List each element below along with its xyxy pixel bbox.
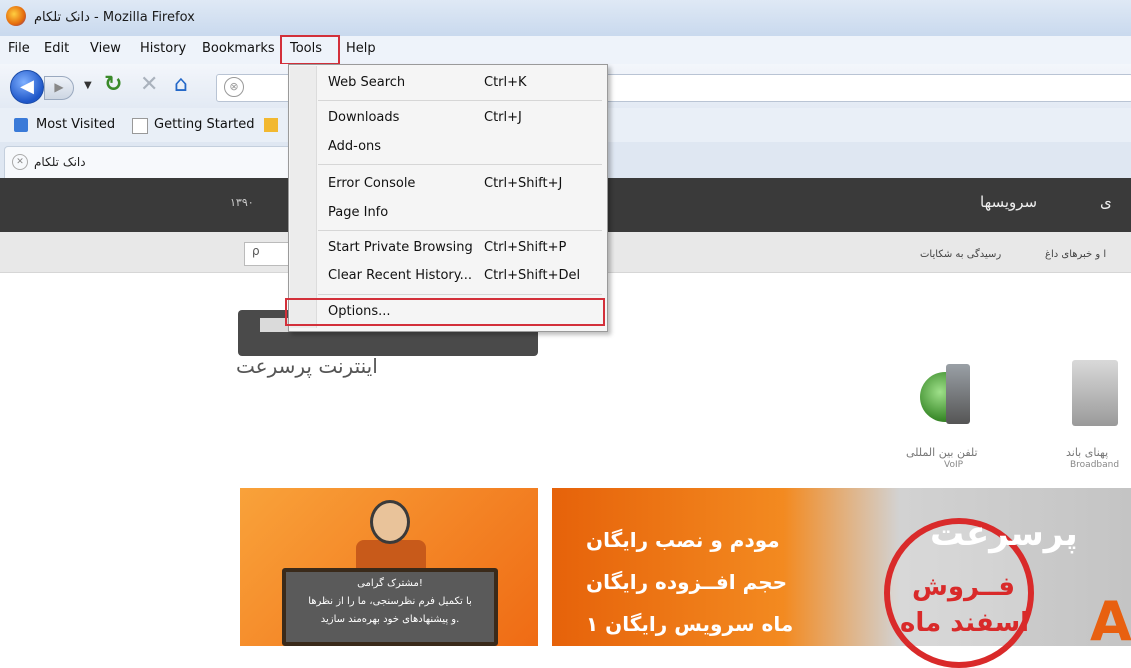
menuitem-web-search[interactable]: Web Search bbox=[328, 75, 405, 90]
rss-icon bbox=[264, 118, 278, 132]
shortcut-error-console: Ctrl+Shift+J bbox=[484, 176, 563, 191]
reload-icon[interactable]: ↻ bbox=[104, 72, 122, 97]
menu-view[interactable]: View bbox=[90, 41, 121, 56]
forward-button[interactable]: ▶ bbox=[44, 76, 74, 100]
promo-letter: A bbox=[1090, 590, 1131, 653]
link-complaints[interactable]: رسیدگی به شکایات bbox=[920, 249, 1001, 260]
firefox-logo-icon bbox=[6, 6, 26, 26]
service-broadband-label[interactable]: پهنای باند bbox=[1066, 446, 1108, 459]
menu-bookmarks[interactable]: Bookmarks bbox=[202, 41, 275, 56]
board-line-3: و پیشنهادهای خود بهره‌مند سازید. bbox=[320, 614, 460, 625]
nav-services[interactable]: سرویسها bbox=[980, 193, 1037, 211]
search-icon[interactable]: ρ bbox=[252, 244, 260, 258]
home-icon[interactable]: ⌂ bbox=[174, 72, 188, 97]
link-hot-news[interactable]: ا و خبرهای داغ bbox=[1045, 249, 1106, 260]
shortcut-private-browsing: Ctrl+Shift+P bbox=[484, 240, 567, 255]
window-title: دانک تلکام - Mozilla Firefox bbox=[34, 10, 195, 25]
menu-icon-gutter bbox=[290, 66, 317, 328]
nav-item-partial[interactable]: ی bbox=[1100, 193, 1112, 211]
tab-title: دانک تلکام bbox=[34, 155, 86, 169]
menu-help[interactable]: Help bbox=[346, 41, 376, 56]
menuitem-downloads[interactable]: Downloads bbox=[328, 110, 399, 125]
tools-menu bbox=[288, 64, 608, 332]
menu-file[interactable]: File bbox=[8, 41, 30, 56]
menuitem-error-console[interactable]: Error Console bbox=[328, 176, 415, 191]
stop-icon[interactable]: ✕ bbox=[140, 72, 158, 97]
bookmark-getting-started[interactable]: Getting Started bbox=[154, 117, 255, 132]
service-voip-label[interactable]: تلفن بین المللی bbox=[906, 446, 978, 459]
tools-highlight-box bbox=[280, 35, 340, 65]
header-year: ۱۳۹۰ bbox=[230, 196, 254, 209]
title-bar: دانک تلکام - Mozilla Firefox bbox=[0, 0, 1131, 37]
stamp-text-2: اسفند ماه bbox=[900, 608, 1030, 638]
phone-icon[interactable] bbox=[946, 364, 970, 424]
shortcut-clear-history: Ctrl+Shift+Del bbox=[484, 268, 581, 283]
logo-tagline: اینترنت پرسرعت bbox=[236, 354, 378, 378]
shortcut-web-search: Ctrl+K bbox=[484, 75, 527, 90]
menu-separator bbox=[318, 100, 602, 101]
tab-close-icon[interactable]: ✕ bbox=[12, 154, 28, 170]
options-highlight-box bbox=[285, 298, 605, 326]
menuitem-page-info[interactable]: Page Info bbox=[328, 205, 388, 220]
promo-line-1: مودم و نصب رایگان bbox=[586, 528, 780, 552]
shortcut-downloads: Ctrl+J bbox=[484, 110, 522, 125]
menu-history[interactable]: History bbox=[140, 41, 186, 56]
board-line-2: با تکمیل فرم نظرسنجی، ما را از نظرها bbox=[308, 596, 472, 607]
menu-separator bbox=[318, 230, 602, 231]
most-visited-icon bbox=[14, 118, 28, 132]
page-icon bbox=[132, 118, 148, 134]
board-line-1: مشترک گرامی! bbox=[357, 578, 423, 589]
modem-icon[interactable] bbox=[1072, 360, 1118, 426]
menuitem-private-browsing[interactable]: Start Private Browsing bbox=[328, 240, 473, 255]
menuitem-add-ons[interactable]: Add-ons bbox=[328, 139, 381, 154]
menuitem-clear-history[interactable]: Clear Recent History... bbox=[328, 268, 472, 283]
service-voip-sublabel: VoIP bbox=[944, 460, 964, 470]
back-button[interactable]: ◀ bbox=[10, 70, 44, 104]
promo-line-3: ۱ ماه سرویس رایگان bbox=[586, 612, 794, 636]
service-broadband-sublabel: Broadband bbox=[1070, 460, 1120, 470]
menu-separator bbox=[318, 294, 602, 295]
mascot-head bbox=[370, 500, 410, 544]
menu-separator bbox=[318, 164, 602, 165]
promo-line-2: حجم افــزوده رایگان bbox=[586, 570, 788, 594]
site-identity-icon[interactable]: ⊗ bbox=[224, 77, 244, 97]
promo-headline: پرسرعت bbox=[930, 514, 1078, 554]
stamp-text-1: فــروش bbox=[912, 572, 1016, 602]
menu-edit[interactable]: Edit bbox=[44, 41, 69, 56]
history-dropdown-icon[interactable]: ▼ bbox=[84, 80, 92, 91]
bookmark-most-visited[interactable]: Most Visited bbox=[36, 117, 115, 132]
